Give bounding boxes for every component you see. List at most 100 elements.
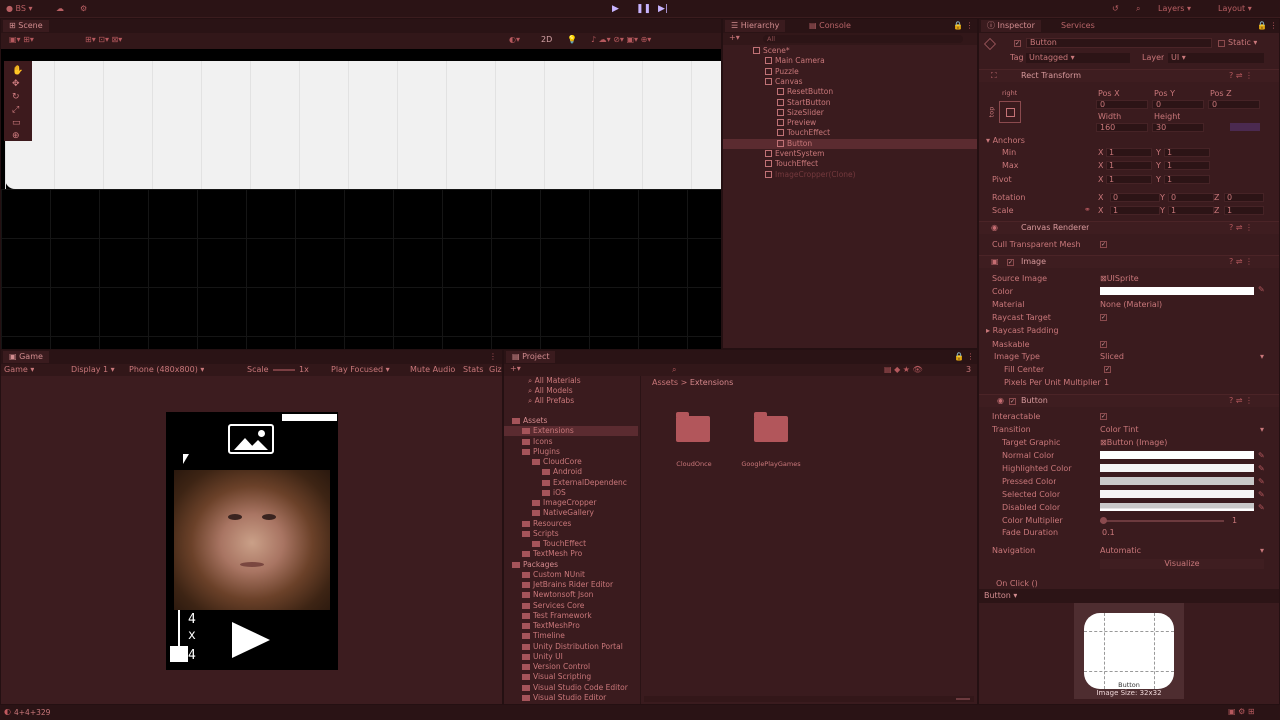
color-multiplier-value[interactable]: 1: [1232, 516, 1237, 525]
status-tool-icons[interactable]: ▣ ⚙ ⊞: [1228, 707, 1255, 716]
layers-dropdown[interactable]: Layers ▾: [1158, 3, 1191, 15]
display-dropdown[interactable]: Display 1 ▾: [71, 365, 115, 374]
button-component-menu-icon[interactable]: ? ⇌ ⋮: [1229, 396, 1253, 405]
raycast-target-checkbox[interactable]: ✓: [1100, 314, 1107, 321]
pos-x-field[interactable]: 0: [1096, 100, 1148, 109]
min-x-field[interactable]: 1: [1106, 148, 1152, 157]
grid-tools-icon[interactable]: ⊞▾ ⊡▾ ⊠▾: [85, 35, 122, 44]
height-field[interactable]: 30: [1152, 123, 1204, 132]
rect-transform-header[interactable]: ⛶ Rect Transform ? ⇌ ⋮: [979, 69, 1279, 82]
googleplaygames-folder-label[interactable]: GooglePlayGames: [734, 460, 808, 468]
color-multiplier-handle[interactable]: [1100, 517, 1107, 524]
cloudonce-folder-label[interactable]: CloudOnce: [670, 460, 718, 468]
tab-console[interactable]: ▤ Console: [803, 20, 857, 32]
icon-size-slider[interactable]: [956, 698, 970, 700]
create-asset-button[interactable]: +▾: [510, 364, 521, 373]
game-screen[interactable]: 4 x 4: [166, 412, 338, 670]
hierarchy-item[interactable]: Main Camera: [723, 56, 977, 66]
canvas-renderer-menu-icon[interactable]: ? ⇌ ⋮: [1229, 223, 1253, 232]
project-tree-item[interactable]: Extensions: [504, 426, 638, 437]
max-x-field[interactable]: 1: [1106, 161, 1152, 170]
size-slider-track[interactable]: [178, 610, 180, 646]
source-image-field[interactable]: ⊠UISprite: [1100, 274, 1264, 283]
layer-dropdown[interactable]: UI ▾: [1168, 53, 1264, 63]
project-search-icon[interactable]: ⌕: [672, 365, 676, 375]
hierarchy-item[interactable]: ImageCropper(Clone): [723, 170, 977, 180]
project-tree-item[interactable]: TouchEffect: [504, 539, 638, 549]
shading-icon[interactable]: ◐▾: [509, 35, 520, 44]
tag-dropdown[interactable]: Untagged ▾: [1026, 53, 1130, 63]
pos-z-field[interactable]: 0: [1208, 100, 1260, 109]
preview-header[interactable]: Button ▾: [979, 589, 1279, 603]
scale-slider[interactable]: [273, 369, 295, 371]
visualize-button[interactable]: Visualize: [1100, 559, 1264, 569]
stats-button[interactable]: Stats: [463, 365, 483, 374]
maskable-checkbox[interactable]: ✓: [1100, 341, 1107, 348]
resolution-dropdown[interactable]: Phone (480x800) ▾: [129, 365, 204, 374]
static-dropdown[interactable]: Static ▾: [1228, 38, 1257, 47]
project-tree-item[interactable]: Assets: [504, 416, 638, 426]
size-slider-handle[interactable]: [170, 646, 188, 662]
hierarchy-item[interactable]: ResetButton: [723, 87, 977, 97]
preview-photo[interactable]: [174, 470, 330, 610]
hierarchy-item[interactable]: EventSystem: [723, 149, 977, 159]
draw-mode-icon[interactable]: ▣▾ ⊞▾: [9, 35, 34, 44]
canvas-renderer-header[interactable]: ◉ Canvas Renderer ? ⇌ ⋮: [979, 221, 1279, 234]
tab-inspector[interactable]: ⓘ Inspector: [981, 20, 1041, 32]
rot-y-field[interactable]: 0: [1168, 193, 1214, 202]
project-tree-item[interactable]: Packages: [504, 560, 638, 570]
color-picker-icon[interactable]: ✎: [1258, 285, 1265, 294]
anchor-preset-button[interactable]: [999, 101, 1021, 123]
button-component-header[interactable]: ◉ ✓ Button ? ⇌ ⋮: [979, 394, 1279, 407]
breadcrumb-root[interactable]: Assets: [652, 378, 678, 387]
step-button[interactable]: ▶|: [658, 3, 668, 15]
size-slider-bar[interactable]: [282, 414, 337, 421]
pivot-y-field[interactable]: 1: [1164, 175, 1210, 184]
project-splitter[interactable]: [640, 376, 641, 704]
scale-link-icon[interactable]: ⚭: [1084, 205, 1091, 214]
image-enabled-checkbox[interactable]: ✓: [1007, 259, 1014, 266]
raycast-padding-foldout[interactable]: ▸ Raycast Padding: [986, 326, 1059, 335]
add-object-button[interactable]: +▾: [729, 33, 740, 42]
start-play-icon[interactable]: [232, 622, 270, 658]
normal-color-swatch[interactable]: [1100, 451, 1254, 459]
favorite-item[interactable]: ⌕ All Materials: [528, 376, 581, 386]
hierarchy-search-input[interactable]: All: [763, 35, 963, 43]
project-tree-item[interactable]: Plugins: [504, 447, 638, 457]
image-color-swatch[interactable]: [1100, 287, 1254, 295]
search-icon[interactable]: ⌕: [1136, 3, 1140, 15]
interactable-checkbox[interactable]: ✓: [1100, 413, 1107, 420]
highlighted-color-swatch[interactable]: [1100, 464, 1254, 472]
project-tree-item[interactable]: TextMeshPro: [504, 621, 638, 631]
scale-y-field[interactable]: 1: [1168, 206, 1214, 215]
project-tree-item[interactable]: NativeGallery: [504, 508, 638, 518]
rot-z-field[interactable]: 0: [1224, 193, 1264, 202]
project-filter-icons[interactable]: ▤ ◆ ★ 👁: [884, 365, 923, 374]
project-tree-item[interactable]: Newtonsoft Json: [504, 590, 638, 600]
hierarchy-item[interactable]: Puzzle: [723, 67, 977, 77]
inspector-lock-icon[interactable]: 🔒 ⋮: [1257, 21, 1278, 30]
min-y-field[interactable]: 1: [1164, 148, 1210, 157]
hierarchy-item[interactable]: Canvas: [723, 77, 977, 87]
project-tree-item[interactable]: ExternalDependenc: [504, 478, 638, 488]
target-graphic-field[interactable]: ⊠Button (Image): [1100, 438, 1264, 447]
navigation-dropdown[interactable]: Automatic ▾: [1100, 546, 1264, 555]
mode-2d-button[interactable]: 2D: [541, 35, 552, 44]
raw-edit-button[interactable]: [1230, 123, 1260, 131]
project-tree-item[interactable]: iOS: [504, 488, 638, 498]
project-tree-item[interactable]: Scripts: [504, 529, 638, 539]
transition-dropdown[interactable]: Color Tint ▾: [1100, 425, 1264, 434]
project-tree-item[interactable]: Icons: [504, 437, 638, 447]
pos-y-field[interactable]: 0: [1152, 100, 1204, 109]
audio-icon[interactable]: ♪ ☁▾ ⊘▾ ▣▾ ⊕▾: [591, 35, 651, 44]
fill-center-checkbox[interactable]: ✓: [1104, 366, 1111, 373]
mute-audio-button[interactable]: Mute Audio: [410, 365, 455, 374]
anchors-label[interactable]: ▾ Anchors: [986, 136, 1025, 145]
cull-mesh-checkbox[interactable]: ✓: [1100, 241, 1107, 248]
scale-x-field[interactable]: 1: [1110, 206, 1160, 215]
project-tree-item[interactable]: CloudCore: [504, 457, 638, 467]
transform-tools-icon[interactable]: ✋ ✥ ↻ ⤢ ▭ ⊕: [12, 65, 23, 143]
googleplaygames-folder-icon[interactable]: [754, 412, 788, 442]
project-tree-item[interactable]: Resources: [504, 519, 638, 529]
favorite-item[interactable]: ⌕ All Models: [528, 386, 573, 396]
